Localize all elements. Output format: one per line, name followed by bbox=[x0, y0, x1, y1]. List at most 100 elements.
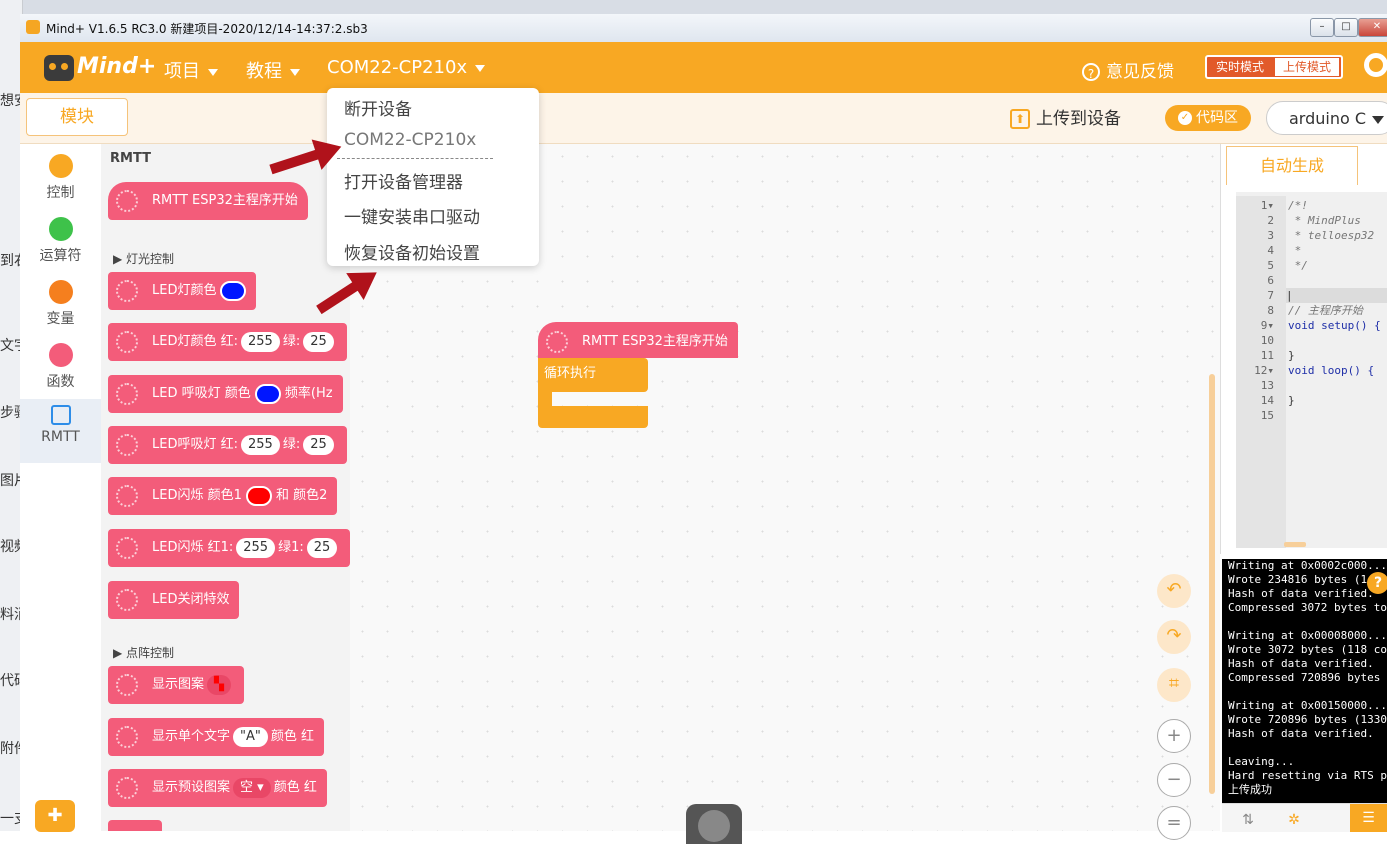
menu-item-device-manager[interactable]: 打开设备管理器 bbox=[344, 168, 463, 193]
extensions-button[interactable]: ✚ bbox=[35, 800, 75, 832]
zoom-in-icon[interactable]: + bbox=[1157, 719, 1191, 753]
console-line: Compressed 720896 bytes bbox=[1228, 671, 1381, 684]
color-swatch-blue[interactable] bbox=[254, 383, 281, 404]
line-number: 7 bbox=[1267, 289, 1274, 302]
window-title: Mind+ V1.6.5 RC3.0 新建项目-2020/12/14-14:37… bbox=[46, 22, 368, 36]
block-show-pattern[interactable]: 显示图案 ▚ bbox=[108, 666, 245, 704]
input-red[interactable]: 255 bbox=[240, 331, 280, 352]
code-line: void loop() { bbox=[1288, 364, 1375, 377]
category-dot-icon bbox=[48, 154, 73, 178]
category-functions[interactable]: 函数 bbox=[20, 337, 101, 399]
mode-realtime[interactable]: 实时模式 bbox=[1207, 57, 1273, 77]
block-led-color[interactable]: LED灯颜色 bbox=[108, 272, 257, 310]
console-menu-icon[interactable]: ☰ bbox=[1350, 804, 1387, 832]
caret-down-icon bbox=[208, 68, 218, 76]
close-button[interactable]: ✕ bbox=[1358, 18, 1387, 37]
input-green[interactable]: 25 bbox=[303, 331, 334, 352]
pattern-icon[interactable]: ▚ bbox=[207, 674, 232, 695]
upload-to-device-button[interactable]: ⬆ 上传到设备 bbox=[1010, 104, 1121, 129]
block-partial[interactable] bbox=[108, 820, 162, 831]
menu-item-disconnect[interactable]: 断开设备 bbox=[344, 95, 412, 120]
category-operators[interactable]: 运算符 bbox=[20, 211, 101, 273]
feedback-button[interactable]: ? 意见反馈 bbox=[1082, 57, 1174, 82]
serial-console[interactable]: Writing at 0x0002c000... Wrote 234816 byt… bbox=[1222, 559, 1387, 803]
workspace-block-main[interactable]: RMTT ESP32主程序开始 bbox=[538, 322, 738, 358]
block-label: 红 bbox=[301, 729, 315, 744]
mode-upload[interactable]: 上传模式 bbox=[1275, 58, 1339, 76]
crop-icon[interactable]: ⌗ bbox=[1157, 668, 1191, 702]
menu-device[interactable]: COM22-CP210x bbox=[327, 57, 486, 78]
line-number: 12▾ bbox=[1254, 364, 1274, 377]
code-editor[interactable]: 1▾ /*! 2 * MindPlus 3 * telloesp32 4 * 5 */ 6 7… bbox=[1236, 192, 1387, 548]
flyout-title: RMTT bbox=[110, 151, 151, 166]
menu-tutorial[interactable]: 教程 bbox=[246, 57, 300, 83]
zoom-reset-icon[interactable]: = bbox=[1157, 806, 1191, 840]
menu-bar: Mind+ 项目 教程 COM22-CP210x ? 意见反馈 实时模式 上传模式 bbox=[20, 42, 1387, 93]
block-led-off[interactable]: LED关闭特效 bbox=[108, 581, 240, 619]
clear-icon[interactable]: ✲ bbox=[1282, 808, 1306, 832]
language-select[interactable]: arduino C bbox=[1266, 101, 1387, 135]
menu-item-com-port[interactable]: COM22-CP210x bbox=[344, 130, 476, 150]
upload-label: 上传到设备 bbox=[1036, 109, 1121, 129]
drone-icon bbox=[116, 280, 138, 302]
zoom-out-icon[interactable]: − bbox=[1157, 763, 1191, 797]
color-swatch-red[interactable] bbox=[245, 485, 272, 506]
robot-logo-icon bbox=[44, 55, 74, 81]
maximize-button[interactable]: □ bbox=[1334, 18, 1358, 37]
block-led-blink-rgb[interactable]: LED闪烁 红1: 255 绿1: 25 bbox=[108, 529, 350, 567]
block-flyout: RMTT RMTT ESP32主程序开始 ▶ 灯光控制 LED灯颜色 LED灯颜… bbox=[101, 144, 351, 831]
input-red[interactable]: 255 bbox=[236, 537, 276, 558]
help-icon[interactable]: ? bbox=[1367, 572, 1387, 594]
drone-icon bbox=[116, 777, 138, 799]
workspace-block-loop[interactable]: 循环执行 bbox=[538, 358, 648, 392]
color-swatch-blue[interactable] bbox=[220, 280, 247, 301]
code-line: // 主程序开始 bbox=[1288, 304, 1363, 317]
workspace-scrollbar[interactable] bbox=[1209, 374, 1215, 794]
redo-icon[interactable]: ↷ bbox=[1157, 620, 1191, 654]
console-line: Compressed 3072 bytes to bbox=[1228, 601, 1387, 614]
undo-icon[interactable]: ↶ bbox=[1157, 574, 1191, 608]
block-rmtt-main[interactable]: RMTT ESP32主程序开始 bbox=[108, 182, 308, 220]
input-green[interactable]: 25 bbox=[303, 434, 334, 455]
background-strip-text: 料消 bbox=[0, 607, 22, 623]
menu-item-install-driver[interactable]: 一键安装串口驱动 bbox=[344, 203, 480, 228]
menu-project[interactable]: 项目 bbox=[164, 57, 218, 83]
sort-icon[interactable]: ⇅ bbox=[1236, 808, 1260, 832]
tab-blocks[interactable]: 模块 bbox=[26, 98, 128, 136]
tab-auto-generate[interactable]: 自动生成 bbox=[1226, 146, 1358, 185]
preset-dropdown[interactable]: 空 ▾ bbox=[233, 777, 271, 798]
block-led-blink[interactable]: LED闪烁 颜色1 和 颜色2 bbox=[108, 477, 338, 515]
code-line: */ bbox=[1288, 259, 1308, 272]
gear-icon[interactable] bbox=[1364, 53, 1387, 77]
block-led-rgb[interactable]: LED灯颜色 红: 255 绿: 25 bbox=[108, 323, 347, 361]
mode-switch[interactable]: 实时模式 上传模式 bbox=[1205, 55, 1343, 79]
caret-down-icon bbox=[1372, 115, 1385, 124]
block-show-char[interactable]: 显示单个文字 "A" 颜色 红 bbox=[108, 718, 325, 756]
block-label: 显示预设图案 bbox=[152, 780, 231, 795]
category-variables[interactable]: 变量 bbox=[20, 274, 101, 336]
code-area-toggle[interactable]: ✓ 代码区 bbox=[1165, 105, 1251, 131]
background-strip-text: 一支 bbox=[0, 811, 22, 827]
minimize-button[interactable]: – bbox=[1310, 18, 1334, 37]
line-number: 14 bbox=[1260, 394, 1274, 407]
category-control[interactable]: 控制 bbox=[20, 148, 101, 210]
input-red[interactable]: 255 bbox=[240, 434, 280, 455]
block-led-breathe[interactable]: LED 呼吸灯 颜色 频率(Hz bbox=[108, 375, 343, 413]
code-scrollbar[interactable] bbox=[1284, 542, 1306, 547]
code-line: | bbox=[1286, 288, 1387, 303]
input-green[interactable]: 25 bbox=[306, 537, 338, 558]
block-categories: 控制 运算符 变量 函数 RMTT ✚ bbox=[20, 144, 102, 832]
caret-down-icon bbox=[290, 68, 300, 76]
drone-icon bbox=[116, 190, 138, 212]
menu-tutorial-label: 教程 bbox=[246, 61, 282, 82]
menu-divider bbox=[337, 158, 493, 159]
input-char[interactable]: "A" bbox=[233, 726, 268, 747]
console-line: Hash of data verified. bbox=[1228, 727, 1374, 740]
block-show-preset[interactable]: 显示预设图案空 ▾ 颜色 红 bbox=[108, 769, 327, 807]
code-toggle-label: 代码区 bbox=[1196, 110, 1238, 126]
console-line: Wrote 720896 bytes (1330 bbox=[1228, 713, 1387, 726]
category-rmtt[interactable]: RMTT bbox=[20, 399, 101, 463]
code-panel: 自动生成 1▾ /*! 2 * MindPlus 3 * telloesp32 4 * 5… bbox=[1220, 144, 1387, 554]
block-led-breathe-rgb[interactable]: LED呼吸灯 红: 255 绿: 25 bbox=[108, 426, 347, 464]
code-line: } bbox=[1288, 394, 1295, 407]
